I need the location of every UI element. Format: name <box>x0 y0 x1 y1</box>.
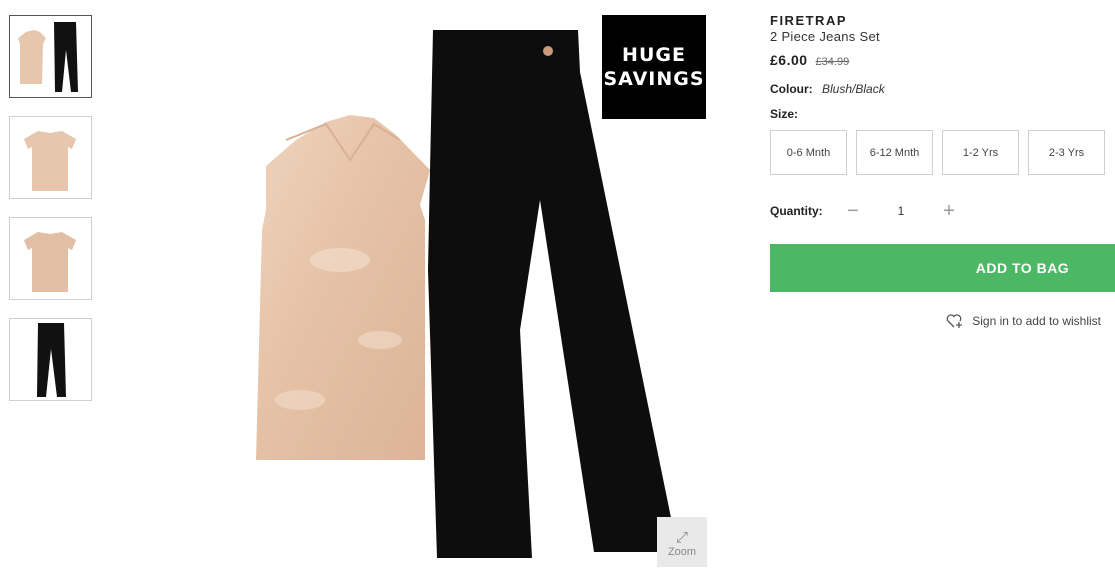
wishlist-link[interactable]: Sign in to add to wishlist <box>770 313 1115 329</box>
thumbnail-set-image <box>18 22 78 92</box>
huge-savings-badge: HUGE SAVINGS <box>602 15 706 119</box>
promo-line2: SAVINGS <box>603 68 705 90</box>
size-option-2-3-yrs[interactable]: 2-3 Yrs <box>1028 130 1105 175</box>
zoom-button[interactable]: ⤢ Zoom <box>657 517 707 567</box>
thumbnail-top-front-image <box>24 131 76 191</box>
expand-icon: ⤢ <box>675 529 688 546</box>
quantity-label: Quantity: <box>770 204 823 218</box>
thumbnail-top-back[interactable] <box>9 217 92 300</box>
zoom-label: Zoom <box>667 546 697 558</box>
product-info: FIRETRAP 2 Piece Jeans Set £6.00 £34.99 … <box>770 13 1115 329</box>
size-label: Size: <box>770 107 799 121</box>
thumbnail-jeans[interactable] <box>9 318 92 401</box>
size-option-6-12-mnth[interactable]: 6-12 Mnth <box>856 130 933 175</box>
current-price: £6.00 <box>770 52 808 68</box>
quantity-decrease-button[interactable]: − <box>840 200 866 222</box>
colour-value: Blush/Black <box>822 82 885 96</box>
colour-row: Colour: Blush/Black <box>770 82 1115 96</box>
thumbnail-top-front[interactable] <box>9 116 92 199</box>
was-price: £34.99 <box>815 56 850 68</box>
thumbnail-jeans-image <box>37 323 66 397</box>
product-name: 2 Piece Jeans Set <box>770 29 880 44</box>
quantity-increase-button[interactable]: + <box>936 200 962 222</box>
promo-line1: HUGE <box>622 44 686 66</box>
thumbnail-list <box>9 15 92 419</box>
thumbnail-set[interactable] <box>9 15 92 98</box>
quantity-input[interactable] <box>866 201 936 221</box>
size-options: 0-6 Mnth 6-12 Mnth 1-2 Yrs 2-3 Yrs <box>770 130 1115 175</box>
quantity-row: Quantity: − + <box>770 200 1115 222</box>
colour-label: Colour: <box>770 82 813 96</box>
size-option-0-6-mnth[interactable]: 0-6 Mnth <box>770 130 847 175</box>
wishlist-text: Sign in to add to wishlist <box>972 314 1101 328</box>
size-option-1-2-yrs[interactable]: 1-2 Yrs <box>942 130 1019 175</box>
thumbnail-top-back-image <box>24 232 76 292</box>
add-to-bag-button[interactable]: ADD TO BAG <box>770 244 1115 292</box>
heart-plus-icon <box>946 314 963 328</box>
price-row: £6.00 £34.99 <box>770 52 1115 68</box>
brand-name[interactable]: FIRETRAP <box>770 13 1115 28</box>
